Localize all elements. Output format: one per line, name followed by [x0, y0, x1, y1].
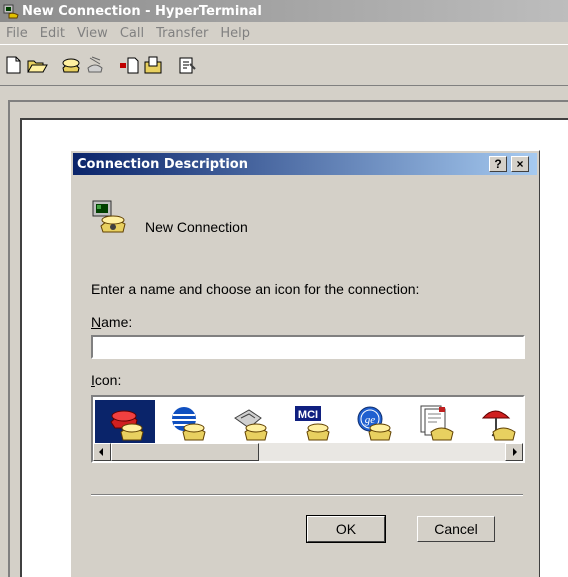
name-input[interactable]	[91, 335, 525, 359]
name-label-text: ame:	[101, 314, 133, 330]
cancel-button[interactable]: Cancel	[417, 516, 495, 542]
properties-button[interactable]	[176, 54, 198, 76]
open-button[interactable]	[26, 54, 48, 76]
umbrella-phone-icon	[481, 410, 516, 441]
open-icon	[27, 60, 48, 73]
scroll-right-button[interactable]	[505, 443, 523, 461]
help-button[interactable]: ?	[489, 156, 507, 172]
svg-text:ge: ge	[365, 414, 376, 426]
ge-phone-icon: ge	[357, 406, 392, 441]
globe-phone-icon	[172, 407, 206, 441]
new-button[interactable]	[2, 54, 24, 76]
window-title-bar[interactable]: New Connection - HyperTerminal	[0, 0, 568, 22]
menu-edit[interactable]: Edit	[34, 26, 71, 41]
dialog-title: Connection Description	[77, 156, 248, 172]
scrollbar-thumb[interactable]	[111, 443, 259, 461]
send-icon	[120, 57, 139, 74]
menu-bar: File Edit View Call Transfer Help	[0, 22, 568, 44]
connect-button[interactable]	[60, 54, 82, 76]
name-label-mnemonic: N	[91, 314, 102, 330]
toolbar	[0, 44, 568, 86]
icon-label: Icon:	[91, 372, 121, 388]
scroll-right-icon	[513, 448, 517, 456]
connection-name-label: New Connection	[145, 219, 248, 235]
ok-button[interactable]: OK	[306, 515, 386, 543]
menu-file[interactable]: File	[0, 26, 34, 41]
icon-option-mci[interactable]: MCI	[281, 400, 341, 444]
document-phone-icon	[420, 405, 454, 441]
receive-button[interactable]	[142, 54, 164, 76]
properties-icon	[179, 57, 196, 74]
close-button[interactable]: ×	[511, 156, 529, 172]
icon-option-red-phone[interactable]	[95, 400, 155, 444]
menu-help[interactable]: Help	[214, 26, 256, 41]
icon-option-ge[interactable]: ge	[343, 400, 403, 444]
hyperterminal-app-icon	[3, 4, 19, 19]
icon-option-umbrella[interactable]	[467, 400, 523, 444]
connection-description-dialog: Connection Description ? × New Connectio…	[70, 150, 540, 577]
svg-text:MCI: MCI	[298, 409, 318, 421]
scroll-left-button[interactable]	[93, 443, 111, 461]
menu-transfer[interactable]: Transfer	[150, 26, 214, 41]
send-button[interactable]	[118, 54, 140, 76]
menu-view[interactable]: View	[71, 26, 114, 41]
window-title: New Connection - HyperTerminal	[22, 3, 262, 19]
scroll-left-icon	[99, 448, 103, 456]
connection-computer-icon	[92, 200, 126, 233]
icon-list-scrollbar[interactable]	[93, 443, 523, 461]
mci-phone-icon: MCI	[295, 406, 330, 441]
red-phone-icon	[110, 410, 144, 441]
menu-call[interactable]: Call	[114, 26, 150, 41]
icon-list[interactable]: MCI ge	[91, 395, 525, 463]
icon-option-globe[interactable]	[157, 400, 217, 444]
receive-icon	[144, 56, 162, 74]
prompt-text: Enter a name and choose an icon for the …	[91, 281, 420, 297]
dialog-separator	[91, 494, 523, 496]
connect-icon	[62, 58, 80, 73]
disconnect-icon	[87, 56, 103, 73]
icon-option-document[interactable]	[405, 400, 465, 444]
fax-phone-icon	[234, 409, 268, 441]
new-icon	[6, 56, 21, 74]
disconnect-button[interactable]	[84, 54, 106, 76]
name-label: Name:	[91, 314, 132, 330]
icon-option-fax[interactable]	[219, 400, 279, 444]
dialog-title-bar[interactable]: Connection Description ? ×	[73, 153, 537, 175]
icon-label-text: con:	[94, 372, 122, 388]
